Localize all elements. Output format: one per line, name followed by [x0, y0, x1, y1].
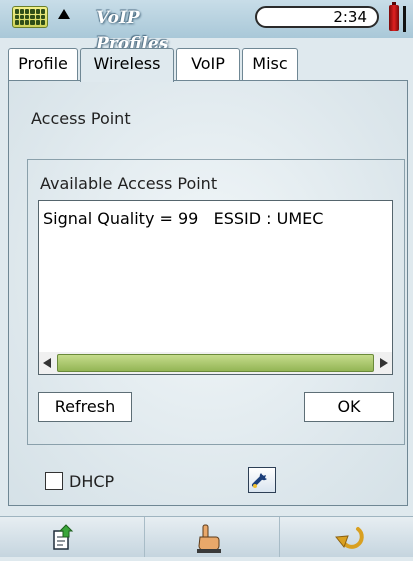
bottom-toolbar — [0, 516, 413, 557]
status-bar: VoIP Profiles 2:34 — [0, 0, 413, 54]
tab-misc[interactable]: Misc — [242, 48, 298, 80]
hand-pointer-icon — [197, 524, 221, 553]
scrollbar-thumb[interactable] — [57, 354, 374, 372]
export-icon — [53, 524, 74, 550]
hand-pointer-button[interactable] — [145, 517, 280, 557]
horizontal-scrollbar[interactable] — [39, 352, 392, 374]
wrench-tool-button[interactable] — [248, 467, 276, 493]
menu-arrow-icon[interactable] — [58, 9, 70, 19]
battery-icon — [389, 2, 399, 31]
tab-profile[interactable]: Profile — [8, 48, 78, 80]
signal-icon — [403, 6, 406, 32]
clock: 2:34 — [255, 6, 379, 28]
tab-wireless[interactable]: Wireless — [80, 48, 174, 82]
export-button[interactable] — [0, 517, 145, 557]
back-button[interactable] — [280, 517, 413, 557]
list-item[interactable]: Signal Quality = 99 ESSID : UMEC — [43, 209, 323, 228]
back-arrow-icon — [335, 527, 364, 549]
ok-button[interactable]: OK — [304, 392, 394, 422]
wireless-panel: Access Point Available Access Point Sign… — [8, 80, 408, 506]
dhcp-label: DHCP — [69, 472, 115, 491]
access-point-heading: Access Point — [31, 109, 131, 128]
keyboard-icon[interactable] — [12, 6, 48, 28]
dhcp-checkbox[interactable] — [45, 472, 63, 490]
wrench-icon — [252, 473, 267, 488]
tab-voip[interactable]: VoIP — [176, 48, 240, 80]
app-title: VoIP Profiles — [96, 8, 169, 54]
scroll-left-icon[interactable] — [43, 358, 51, 368]
access-point-list[interactable]: Signal Quality = 99 ESSID : UMEC — [38, 200, 393, 375]
available-access-point-group: Available Access Point Signal Quality = … — [27, 159, 405, 445]
available-access-point-title: Available Access Point — [40, 174, 218, 193]
scroll-right-icon[interactable] — [380, 358, 388, 368]
refresh-button[interactable]: Refresh — [38, 392, 132, 422]
